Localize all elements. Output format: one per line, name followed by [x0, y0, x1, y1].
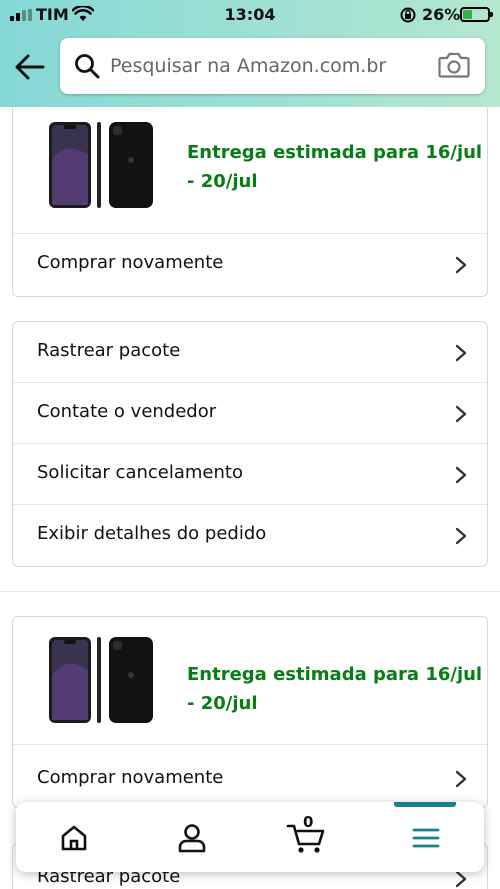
nav-account-button[interactable] [162, 818, 222, 858]
bottom-navigation: 0 [16, 802, 484, 872]
battery-percent: 26% [422, 5, 461, 24]
track-package-button[interactable]: Rastrear pacote [13, 322, 487, 383]
order-item[interactable]: Entrega estimada para 16/jul - 20/jul [13, 107, 487, 234]
nav-home-button[interactable] [44, 818, 104, 858]
nav-cart-button[interactable]: 0 [278, 813, 338, 858]
search-bar[interactable] [60, 38, 485, 94]
account-icon [178, 824, 206, 853]
product-image [49, 637, 153, 723]
buy-again-button[interactable]: Comprar novamente [13, 234, 487, 295]
order-actions-card: Rastrear pacote Contate o vendedor Solic… [12, 321, 488, 567]
rotation-lock-icon [400, 7, 416, 23]
chevron-right-icon [455, 256, 467, 274]
delivery-line-2: - 20/jul [187, 693, 258, 714]
chevron-right-icon [455, 466, 467, 484]
request-cancellation-button[interactable]: Solicitar cancelamento [13, 444, 487, 505]
delivery-estimate: Entrega estimada para 16/jul - 20/jul [187, 138, 482, 196]
camera-icon[interactable] [438, 51, 470, 79]
order-card: Entrega estimada para 16/jul - 20/jul Co… [12, 107, 488, 297]
order-details-label: Exibir detalhes do pedido [37, 523, 267, 544]
buy-again-label: Comprar novamente [37, 252, 224, 273]
home-icon [61, 825, 87, 851]
back-arrow-icon[interactable] [14, 52, 46, 82]
section-divider [0, 591, 500, 592]
buy-again-button[interactable]: Comprar novamente [13, 745, 487, 807]
active-tab-indicator [394, 802, 456, 807]
product-image [49, 122, 153, 208]
chevron-right-icon [455, 405, 467, 423]
chevron-right-icon [455, 770, 467, 788]
search-icon [75, 54, 100, 79]
request-cancellation-label: Solicitar cancelamento [37, 462, 243, 483]
delivery-line-1: Entrega estimada para 16/jul [187, 142, 483, 163]
app-header: TIM 13:04 26% [0, 0, 500, 107]
cart-count: 0 [303, 813, 314, 831]
chevron-right-icon [455, 527, 467, 545]
order-card: Entrega estimada para 16/jul - 20/jul Co… [12, 616, 488, 808]
delivery-line-2: - 20/jul [187, 171, 258, 192]
chevron-right-icon [455, 870, 467, 888]
status-bar: TIM 13:04 26% [0, 0, 500, 30]
chevron-right-icon [455, 344, 467, 362]
order-item[interactable]: Entrega estimada para 16/jul - 20/jul [13, 617, 487, 745]
nav-menu-button[interactable] [396, 818, 456, 858]
track-package-label: Rastrear pacote [37, 340, 181, 361]
contact-seller-label: Contate o vendedor [37, 401, 217, 422]
battery-icon [460, 7, 493, 22]
search-input[interactable] [110, 48, 430, 84]
order-details-button[interactable]: Exibir detalhes do pedido [13, 505, 487, 566]
delivery-line-1: Entrega estimada para 16/jul [187, 664, 483, 685]
buy-again-label: Comprar novamente [37, 767, 224, 788]
delivery-estimate: Entrega estimada para 16/jul - 20/jul [187, 660, 482, 718]
contact-seller-button[interactable]: Contate o vendedor [13, 383, 487, 444]
order-list: Entrega estimada para 16/jul - 20/jul Co… [0, 107, 500, 889]
menu-icon [412, 828, 440, 848]
